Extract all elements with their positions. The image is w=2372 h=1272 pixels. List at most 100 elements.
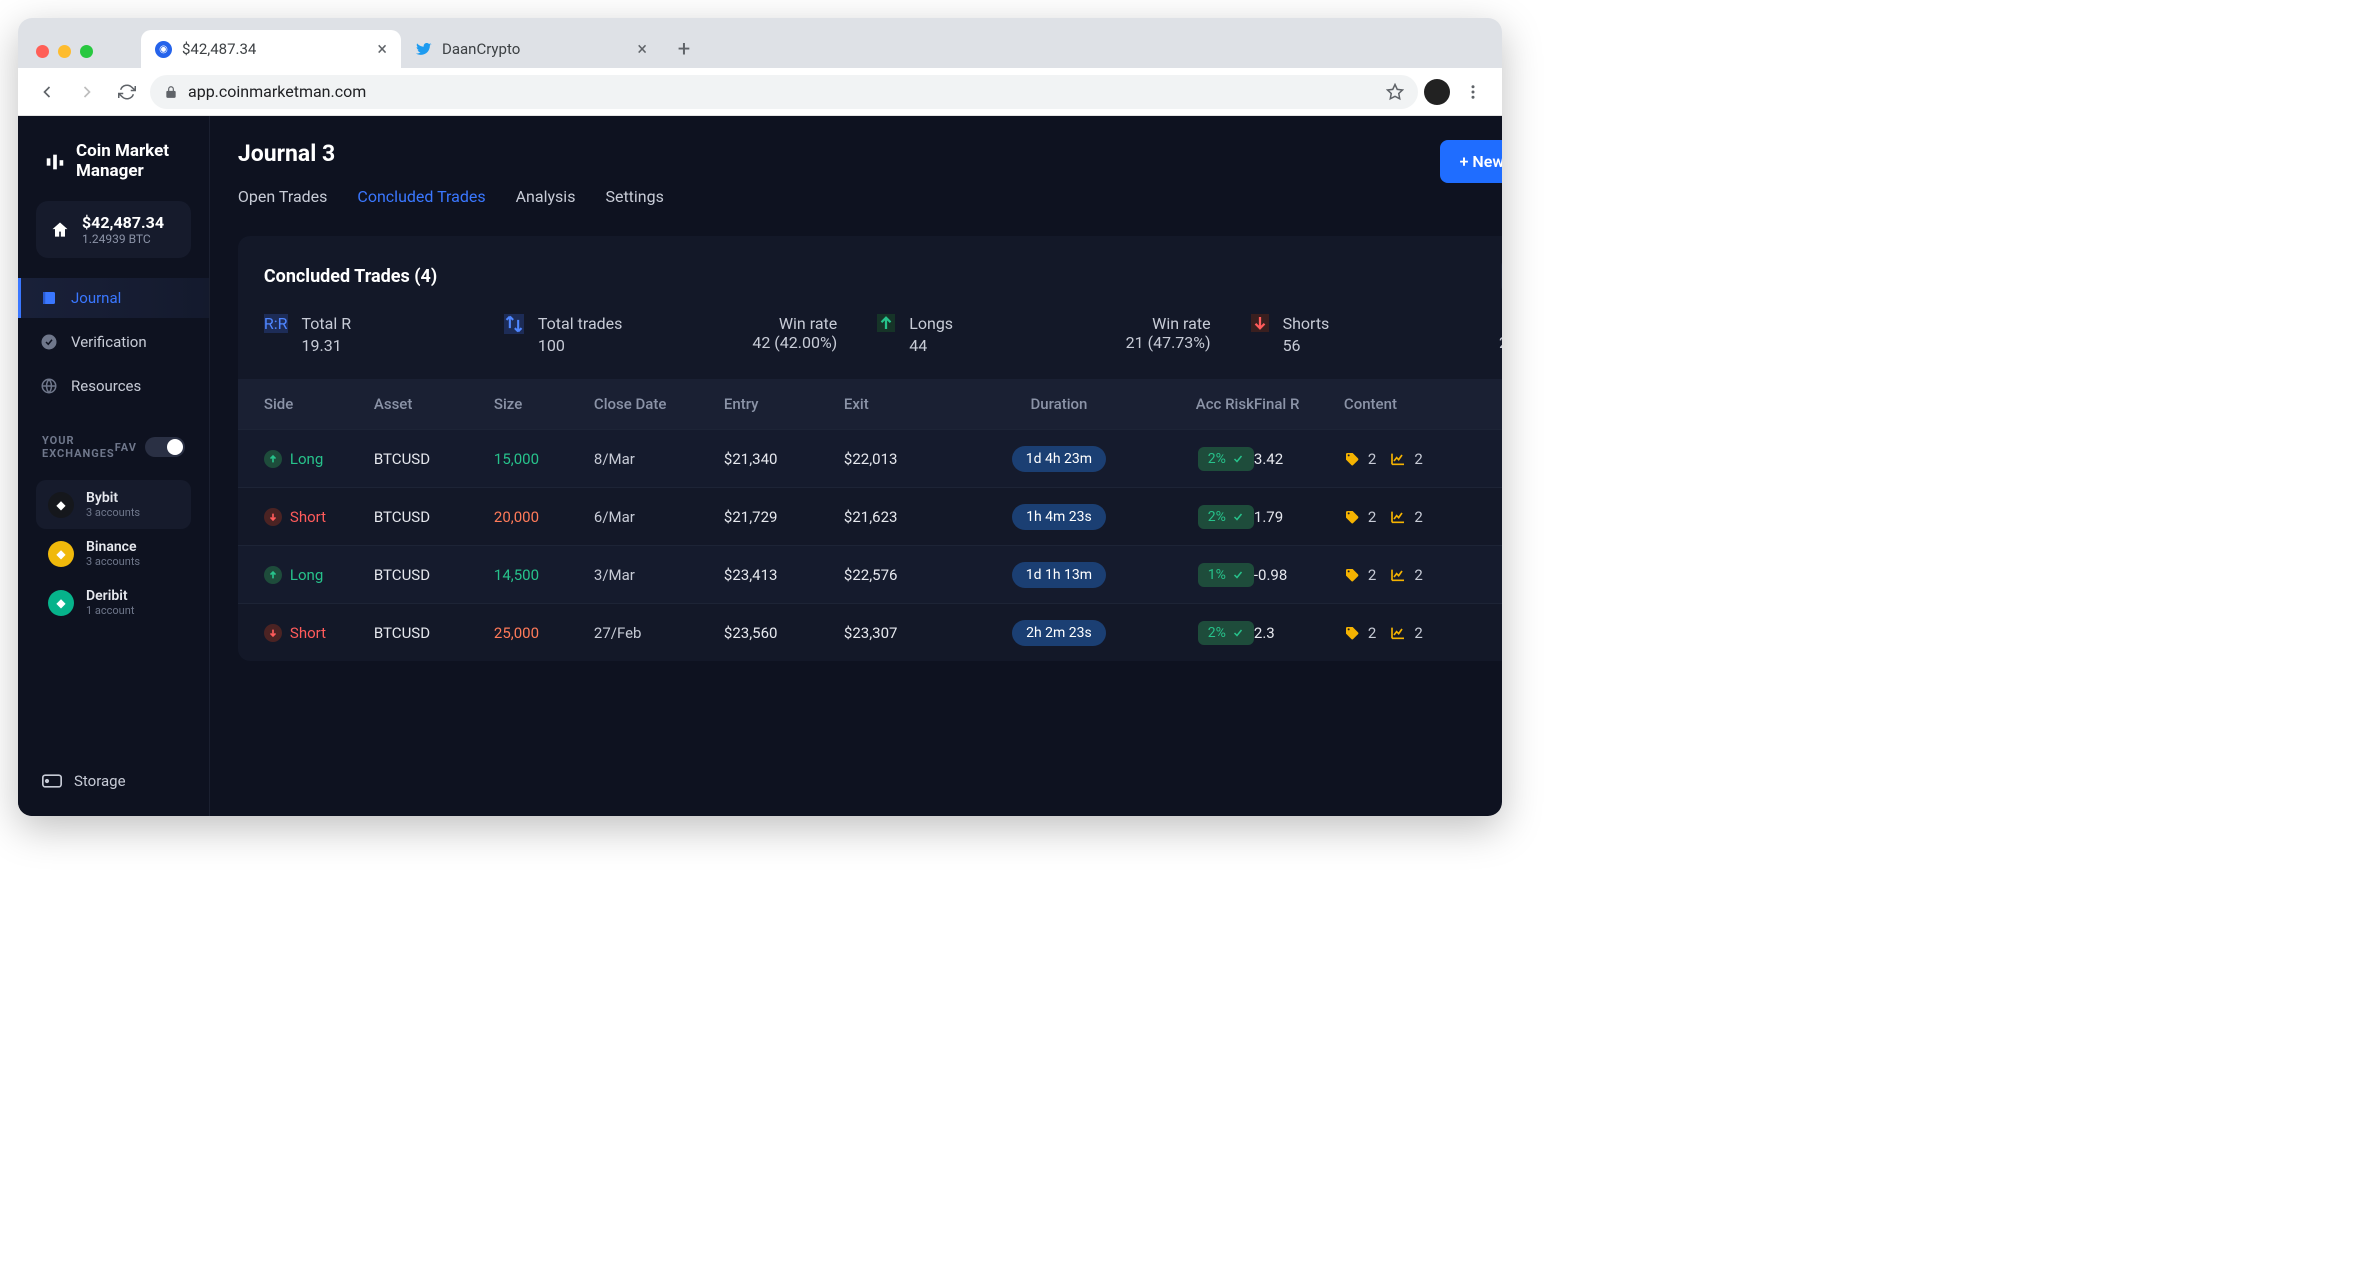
- stat-shorts: Shorts 56 Win rate 21 (47.73%): [1251, 314, 1502, 355]
- exchange-name: Bybit: [86, 490, 140, 506]
- window-titlebar: ◉ $42,487.34 × DaanCrypto × +: [18, 18, 1502, 68]
- tab-title: $42,487.34: [182, 40, 256, 58]
- storage-label: Storage: [74, 772, 126, 790]
- logo-bars-icon: [44, 151, 66, 173]
- cell-content: 2 2: [1344, 508, 1484, 526]
- reload-button[interactable]: [110, 75, 144, 109]
- side-arrow-icon: [264, 450, 282, 468]
- table-row[interactable]: Short BTCUSD 25,000 27/Feb $23,560 $23,3…: [238, 603, 1502, 661]
- col-duration[interactable]: Duration: [974, 395, 1144, 413]
- cell-entry: $23,560: [724, 624, 844, 642]
- tag-icon: [1344, 567, 1360, 583]
- forward-button[interactable]: [70, 75, 104, 109]
- table-row[interactable]: Long BTCUSD 15,000 8/Mar $21,340 $22,013…: [238, 429, 1502, 487]
- cell-exit: $22,013: [844, 450, 974, 468]
- col-content[interactable]: Content: [1344, 395, 1484, 413]
- exchange-icon: ◆: [48, 541, 74, 567]
- exchange-item[interactable]: ◆ Bybit 3 accounts: [36, 480, 191, 529]
- panel-title: Concluded Trades (4): [264, 266, 437, 287]
- cell-result: Lose: [1484, 562, 1502, 587]
- tab-concluded-trades[interactable]: Concluded Trades: [357, 187, 485, 206]
- nav-storage[interactable]: Storage: [36, 764, 191, 798]
- cell-exit: $23,307: [844, 624, 974, 642]
- new-trade-entry-button[interactable]: + New Trade Entry: [1440, 140, 1502, 183]
- fav-label: FAV: [115, 441, 137, 454]
- exchange-sub: 3 accounts: [86, 555, 140, 568]
- exchanges-heading: YOUR EXCHANGES: [42, 434, 115, 460]
- tab-settings[interactable]: Settings: [605, 187, 663, 206]
- tab-open-trades[interactable]: Open Trades: [238, 187, 328, 206]
- col-asset[interactable]: Asset: [374, 395, 494, 413]
- nav-resources[interactable]: Resources: [18, 366, 209, 406]
- tab-favicon-twitter: [415, 41, 432, 58]
- cell-close-date: 27/Feb: [594, 624, 724, 642]
- balance-btc: 1.24939 BTC: [82, 232, 164, 246]
- cell-risk: 2%: [1144, 447, 1254, 471]
- stat-rate: 21 (47.73%): [1499, 333, 1502, 352]
- stat-value: 19.31: [302, 336, 352, 355]
- tab-title: DaanCrypto: [442, 40, 520, 58]
- tag-icon: [1344, 625, 1360, 641]
- address-bar[interactable]: app.coinmarketman.com: [150, 75, 1418, 109]
- cell-asset: BTCUSD: [374, 508, 494, 526]
- back-button[interactable]: [30, 75, 64, 109]
- browser-tab[interactable]: DaanCrypto ×: [401, 30, 661, 68]
- stat-rate: 21 (47.73%): [1126, 333, 1211, 352]
- close-tab-button[interactable]: ×: [637, 39, 647, 60]
- col-size[interactable]: Size: [494, 395, 594, 413]
- cell-size: 15,000: [494, 450, 594, 468]
- stat-total-trades: Total trades 100 Win rate 42 (42.00%): [504, 314, 837, 355]
- table-row[interactable]: Short BTCUSD 20,000 6/Mar $21,729 $21,62…: [238, 487, 1502, 545]
- brand-logo[interactable]: Coin MarketManager: [36, 142, 191, 187]
- close-window-dot[interactable]: [36, 45, 49, 58]
- cell-asset: BTCUSD: [374, 566, 494, 584]
- cell-asset: BTCUSD: [374, 450, 494, 468]
- browser-tab-active[interactable]: ◉ $42,487.34 ×: [141, 30, 401, 68]
- profile-avatar[interactable]: [1424, 79, 1450, 105]
- maximize-window-dot[interactable]: [80, 45, 93, 58]
- table-header: Side Asset Size Close Date Entry Exit Du…: [238, 379, 1502, 429]
- stat-value: 100: [538, 336, 623, 355]
- col-risk[interactable]: Acc Risk: [1144, 395, 1254, 413]
- main-content: Journal 3 Open Trades Concluded Trades A…: [210, 116, 1502, 816]
- col-close-date[interactable]: Close Date: [594, 395, 724, 413]
- new-tab-button[interactable]: +: [667, 32, 701, 66]
- fav-toggle[interactable]: [145, 437, 185, 457]
- concluded-trades-panel: Concluded Trades (4) Filter R:R Total R …: [238, 236, 1502, 661]
- col-result[interactable]: Result: [1484, 395, 1502, 413]
- url-text: app.coinmarketman.com: [188, 82, 366, 101]
- col-exit[interactable]: Exit: [844, 395, 974, 413]
- exchange-item[interactable]: ◆ Deribit 1 account: [36, 578, 191, 627]
- cell-result: Win: [1484, 504, 1502, 529]
- close-tab-button[interactable]: ×: [377, 39, 387, 60]
- chart-icon: [1390, 509, 1406, 525]
- bookmark-star-icon[interactable]: [1386, 83, 1404, 101]
- nav-label: Journal: [71, 289, 121, 307]
- rr-icon: R:R: [264, 314, 288, 333]
- nav-verification[interactable]: Verification: [18, 322, 209, 362]
- kebab-menu[interactable]: [1456, 75, 1490, 109]
- cell-result: Win: [1484, 620, 1502, 645]
- balance-card[interactable]: $42,487.34 1.24939 BTC: [36, 201, 191, 258]
- home-icon: [50, 220, 70, 240]
- tab-analysis[interactable]: Analysis: [516, 187, 576, 206]
- lock-icon: [164, 85, 178, 99]
- cell-result: Win: [1484, 446, 1502, 471]
- brand-text: Coin MarketManager: [76, 142, 169, 181]
- minimize-window-dot[interactable]: [58, 45, 71, 58]
- stat-total-r: R:R Total R 19.31: [264, 314, 464, 355]
- table-row[interactable]: Long BTCUSD 14,500 3/Mar $23,413 $22,576…: [238, 545, 1502, 603]
- col-entry[interactable]: Entry: [724, 395, 844, 413]
- nav-journal[interactable]: Journal: [18, 278, 209, 318]
- stat-rate-label: Win rate: [752, 314, 837, 333]
- exchange-item[interactable]: ◆ Binance 3 accounts: [36, 529, 191, 578]
- nav-label: Verification: [71, 333, 147, 351]
- cell-final-r: 1.79: [1254, 508, 1344, 526]
- page-title: Journal 3: [238, 140, 664, 167]
- filter-button[interactable]: Filter: [1501, 260, 1502, 292]
- tag-icon: [1344, 509, 1360, 525]
- storage-icon: [42, 774, 62, 788]
- col-side[interactable]: Side: [264, 395, 374, 413]
- col-final-r[interactable]: Final R: [1254, 395, 1344, 413]
- cell-size: 14,500: [494, 566, 594, 584]
